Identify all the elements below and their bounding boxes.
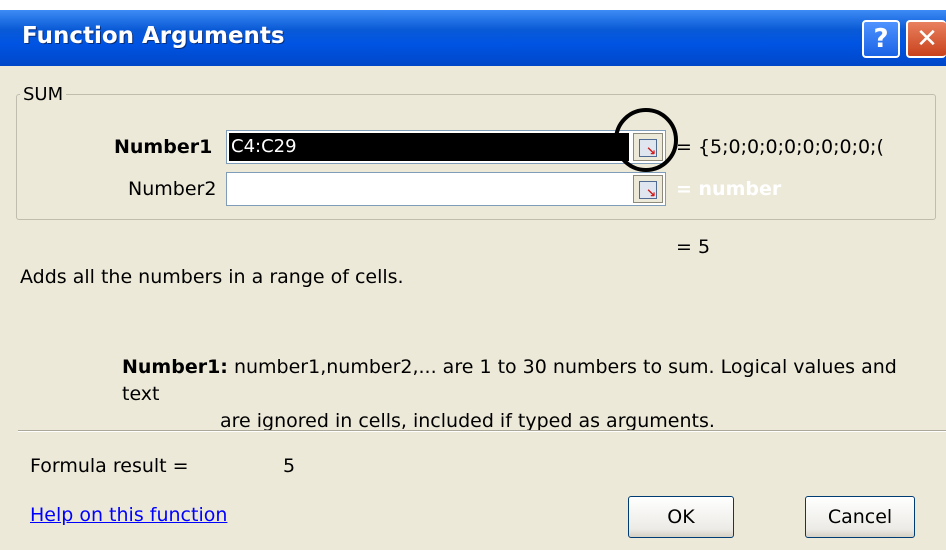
dialog-body: SUM Number1 C4:C29 ↘ = {5;0;0;0;0;0;0;0;… bbox=[0, 66, 946, 550]
argument-help-name: Number1: bbox=[122, 356, 228, 378]
argument-help: Number1: number1,number2,... are 1 to 30… bbox=[122, 354, 940, 435]
function-result: = 5 bbox=[676, 236, 711, 258]
number2-result: = number bbox=[676, 178, 782, 200]
cancel-button[interactable]: Cancel bbox=[805, 496, 915, 538]
formula-result-label: Formula result = bbox=[30, 455, 189, 477]
number1-input[interactable]: C4:C29 ↘ bbox=[226, 130, 666, 164]
close-button[interactable]: ✕ bbox=[906, 20, 946, 58]
divider bbox=[18, 430, 946, 432]
dialog-title: Function Arguments bbox=[22, 23, 285, 49]
formula-result-value: 5 bbox=[283, 455, 296, 477]
highlight-circle-annotation bbox=[614, 108, 678, 172]
help-button[interactable]: ? bbox=[862, 20, 900, 58]
number2-collapse-button[interactable]: ↘ bbox=[633, 175, 663, 203]
number1-result: = {5;0;0;0;0;0;0;0;0;( bbox=[676, 136, 884, 158]
number1-label: Number1 bbox=[114, 136, 213, 158]
help-on-function-link[interactable]: Help on this function bbox=[30, 504, 227, 526]
close-icon: ✕ bbox=[916, 24, 938, 54]
function-name-legend: SUM bbox=[20, 84, 67, 105]
ok-button[interactable]: OK bbox=[628, 496, 734, 538]
function-arguments-dialog: Function Arguments ? ✕ SUM Number1 C4:C2… bbox=[0, 10, 946, 550]
number1-value: C4:C29 bbox=[231, 136, 297, 157]
function-description: Adds all the numbers in a range of cells… bbox=[20, 266, 404, 288]
argument-help-line1: number1,number2,... are 1 to 30 numbers … bbox=[122, 356, 897, 405]
red-arrow-icon: ↘ bbox=[646, 186, 657, 200]
question-mark-icon: ? bbox=[873, 24, 889, 54]
number2-input[interactable]: ↘ bbox=[226, 172, 666, 206]
title-bar[interactable]: Function Arguments ? ✕ bbox=[0, 10, 946, 66]
number2-label: Number2 bbox=[128, 178, 217, 200]
